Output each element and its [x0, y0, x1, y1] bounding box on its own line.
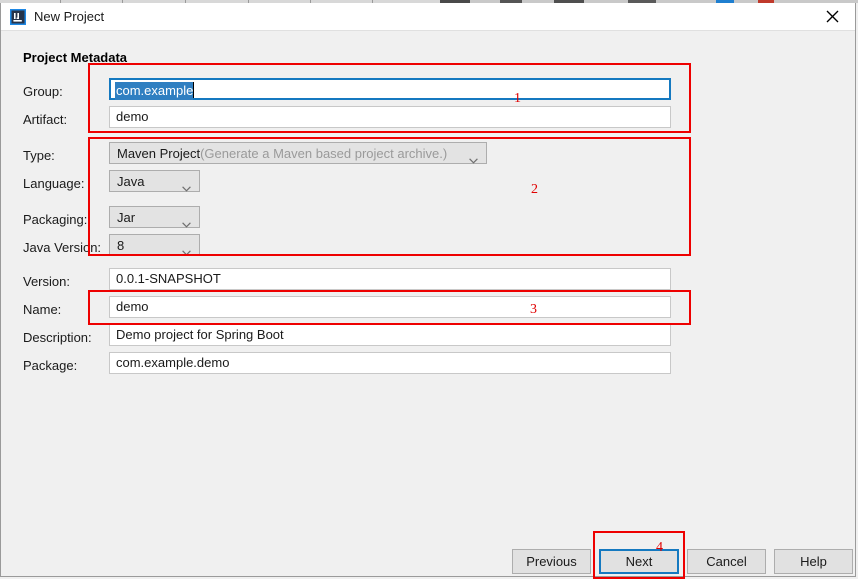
- chevron-down-icon: [469, 151, 478, 164]
- packaging-dropdown-value: Jar: [117, 210, 136, 225]
- chevron-down-icon: [182, 243, 191, 256]
- next-button[interactable]: Next: [599, 549, 679, 574]
- artifact-input[interactable]: demo: [109, 106, 671, 128]
- type-dropdown[interactable]: Maven Project(Generate a Maven based pro…: [109, 142, 487, 164]
- label-package: Package:: [23, 358, 78, 373]
- java-version-dropdown[interactable]: 8: [109, 234, 200, 256]
- new-project-dialog: New Project Project Metadata Group: Arti…: [0, 3, 856, 579]
- java-version-dropdown-value: 8: [117, 238, 125, 253]
- label-group: Group:: [23, 84, 63, 99]
- screen: New Project Project Metadata Group: Arti…: [0, 0, 858, 579]
- group-input[interactable]: com.example: [109, 78, 671, 100]
- label-artifact: Artifact:: [23, 112, 68, 127]
- description-input[interactable]: Demo project for Spring Boot: [109, 324, 671, 346]
- label-name: Name:: [23, 302, 62, 317]
- chevron-down-icon: [182, 179, 191, 192]
- cancel-button[interactable]: Cancel: [687, 549, 766, 574]
- language-dropdown[interactable]: Java: [109, 170, 200, 192]
- label-type: Type:: [23, 148, 55, 163]
- dialog-content: Project Metadata Group: Artifact: Type: …: [1, 31, 855, 579]
- page-title: Project Metadata: [23, 50, 128, 65]
- language-dropdown-value: Java: [117, 174, 145, 189]
- chevron-down-icon: [182, 215, 191, 228]
- name-input[interactable]: demo: [109, 296, 671, 318]
- dialog-title: New Project: [34, 9, 105, 24]
- label-language: Language:: [23, 176, 85, 191]
- type-dropdown-hint: (Generate a Maven based project archive.…: [200, 146, 448, 161]
- type-dropdown-value: Maven Project: [117, 146, 201, 161]
- package-input[interactable]: com.example.demo: [109, 352, 671, 374]
- group-input-value: com.example: [115, 82, 194, 100]
- packaging-dropdown[interactable]: Jar: [109, 206, 200, 228]
- annotation-number-2: 2: [531, 182, 538, 197]
- label-packaging: Packaging:: [23, 212, 88, 227]
- label-version: Version:: [23, 274, 70, 289]
- version-input[interactable]: 0.0.1-SNAPSHOT: [109, 268, 671, 290]
- dialog-titlebar: New Project: [1, 3, 855, 31]
- text-caret: [193, 82, 194, 98]
- label-java-version: Java Version:: [23, 240, 102, 255]
- close-icon[interactable]: [810, 3, 855, 30]
- label-description: Description:: [23, 330, 92, 345]
- previous-button[interactable]: Previous: [512, 549, 591, 574]
- help-button[interactable]: Help: [774, 549, 853, 574]
- intellij-idea-icon: [10, 9, 26, 25]
